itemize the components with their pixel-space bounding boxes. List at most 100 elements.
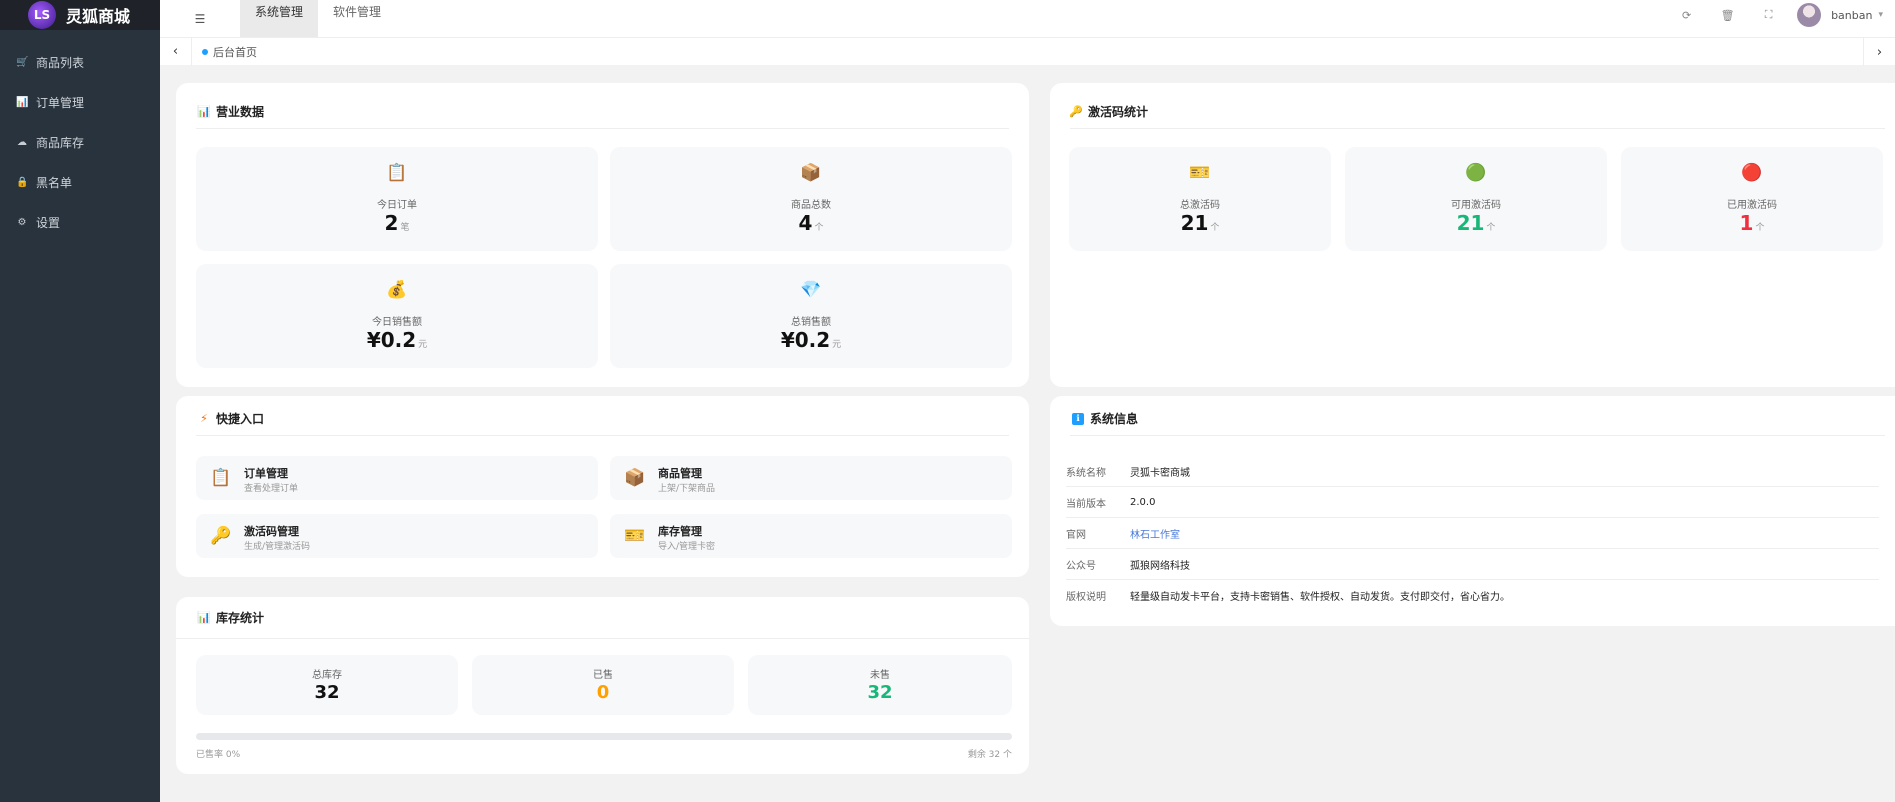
inventory-label: 总库存 — [312, 670, 342, 681]
inventory-unsold: 未售 32 — [748, 655, 1012, 715]
trash-icon[interactable]: 🗑 — [1707, 9, 1748, 22]
sidebar-item-label: 黑名单 — [36, 175, 73, 190]
sidebar-item-settings[interactable]: ⚙ 设置 — [0, 202, 160, 242]
menu-toggle-icon[interactable]: ☰ — [160, 12, 240, 26]
info-row-version: 当前版本 2.0.0 — [1066, 487, 1879, 518]
stat-total-codes: 🎫 总激活码 21 个 — [1069, 147, 1331, 251]
card-title-text: 营业数据 — [216, 105, 265, 119]
info-value: 轻量级自动发卡平台，支持卡密销售、软件授权、自动发货。支付即交付，省心省力。 — [1130, 592, 1510, 603]
username[interactable]: banban — [1831, 9, 1872, 22]
stat-label: 总激活码 — [1180, 200, 1220, 211]
stat-value: 21 个 — [1180, 211, 1220, 235]
card-title: ⚡ 快捷入口 — [198, 410, 264, 427]
stat-label: 已用激活码 — [1727, 200, 1777, 211]
info-key: 系统名称 — [1066, 467, 1106, 479]
sidebar-item-orders[interactable]: 📊 订单管理 — [0, 82, 160, 122]
tab-software-management[interactable]: 软件管理 — [318, 0, 396, 37]
key-icon: 🔑 — [210, 526, 232, 546]
sidebar-item-label: 设置 — [36, 215, 61, 230]
quick-entry-subtitle: 查看处理订单 — [244, 484, 299, 494]
quick-entry-subtitle: 生成/管理激活码 — [244, 542, 311, 552]
divider — [1070, 128, 1885, 129]
logo-icon: LS — [28, 1, 56, 29]
quick-product-management[interactable]: 📦 商品管理 上架/下架商品 — [610, 456, 1012, 500]
page-tab-home[interactable]: 后台首页 — [192, 44, 257, 60]
sidebar-item-stock[interactable]: ☁ 商品库存 — [0, 122, 160, 162]
divider — [176, 638, 1029, 639]
stat-label: 可用激活码 — [1451, 200, 1501, 211]
stat-value: ¥0.2 元 — [780, 328, 842, 352]
quick-entry-subtitle: 导入/管理卡密 — [658, 542, 716, 552]
info-row-wechat: 公众号 孤狼网络科技 — [1066, 549, 1879, 580]
clipboard-icon: 📋 — [386, 163, 408, 183]
header-tools: ⟳ 🗑 ⛶ banban ▾ — [1666, 0, 1895, 30]
card-title: ℹ 系统信息 — [1072, 410, 1138, 427]
bolt-icon: ⚡ — [200, 412, 208, 425]
chevron-left-icon[interactable]: ‹ — [160, 37, 192, 66]
cloud-icon: ☁ — [17, 136, 27, 148]
brand-name: 灵狐商城 — [66, 7, 131, 26]
sidebar-item-label: 订单管理 — [36, 95, 85, 110]
fullscreen-icon[interactable]: ⛶ — [1748, 8, 1789, 22]
inventory-value: 32 — [867, 682, 893, 703]
info-value: 孤狼网络科技 — [1130, 560, 1190, 572]
quick-entry-subtitle: 上架/下架商品 — [658, 484, 716, 494]
tab-system-management[interactable]: 系统管理 — [240, 0, 319, 37]
bar-chart-icon: 📊 — [16, 96, 29, 108]
card-title-text: 激活码统计 — [1088, 105, 1149, 119]
package-icon: 📦 — [624, 468, 646, 488]
stat-total-products: 📦 商品总数 4个 — [610, 147, 1012, 251]
active-dot-icon — [202, 48, 208, 55]
info-row-website: 官网 林石工作室 — [1066, 518, 1879, 549]
page-tabs-bar: ‹ 后台首页 › — [160, 37, 1895, 66]
sidebar-item-blacklist[interactable]: 🔒 黑名单 — [0, 162, 160, 202]
inventory-total: 总库存 32 — [196, 655, 458, 715]
chevron-right-icon[interactable]: › — [1863, 38, 1895, 66]
inventory-value: 0 — [596, 682, 610, 703]
quick-activation-management[interactable]: 🔑 激活码管理 生成/管理激活码 — [196, 514, 598, 558]
stat-used-codes: 🔴 已用激活码 1个 — [1621, 147, 1883, 251]
chart-icon: 📊 — [197, 105, 211, 118]
sold-rate-text: 已售率 0% — [196, 750, 241, 760]
info-key: 公众号 — [1066, 560, 1096, 572]
business-data-card: 📊 营业数据 📋 今日订单 2笔 📦 商品总数 4个 💰 今日销售额 ¥0.2 元… — [176, 83, 1029, 387]
chevron-down-icon[interactable]: ▾ — [1878, 10, 1883, 20]
sidebar-item-product-list[interactable]: 🛒 商品列表 — [0, 42, 160, 82]
quick-order-management[interactable]: 📋 订单管理 查看处理订单 — [196, 456, 598, 500]
stat-value: ¥0.2 元 — [366, 328, 428, 352]
brand-logo[interactable]: LS 灵狐商城 — [0, 0, 160, 30]
stat-value: 4个 — [798, 211, 824, 235]
divider — [1070, 435, 1885, 436]
info-icon: ℹ — [1072, 412, 1084, 425]
info-value: 灵狐卡密商城 — [1130, 467, 1190, 479]
cart-icon: 🛒 — [16, 56, 29, 68]
stat-value: 2笔 — [384, 211, 410, 235]
stat-today-orders: 📋 今日订单 2笔 — [196, 147, 598, 251]
system-info-card: ℹ 系统信息 系统名称 灵狐卡密商城 当前版本 2.0.0 官网 林石工作室 公… — [1050, 396, 1895, 626]
quick-entry-title: 订单管理 — [244, 467, 288, 480]
stat-label: 商品总数 — [791, 200, 831, 211]
page-tab-label: 后台首页 — [213, 45, 257, 59]
key-icon: 🔑 — [1069, 105, 1083, 118]
quick-inventory-management[interactable]: 🎫 库存管理 导入/管理卡密 — [610, 514, 1012, 558]
stat-value: 1个 — [1739, 211, 1765, 235]
refresh-icon[interactable]: ⟳ — [1666, 9, 1707, 22]
inventory-stats-card: 📊 库存统计 总库存 32 已售 0 未售 32 已售率 0% 剩余 32 个 — [176, 597, 1029, 774]
ticket-icon: 🎫 — [1189, 163, 1211, 183]
info-value: 2.0.0 — [1130, 496, 1156, 508]
website-link[interactable]: 林石工作室 — [1130, 526, 1180, 541]
top-header: ☰ 系统管理 软件管理 ⟳ 🗑 ⛶ banban ▾ — [160, 0, 1895, 37]
chart-icon: 📊 — [197, 611, 211, 624]
info-key: 当前版本 — [1066, 498, 1106, 510]
clipboard-icon: 📋 — [210, 468, 232, 488]
remaining-text: 剩余 32 个 — [967, 750, 1012, 760]
sidebar: LS 灵狐商城 🛒 商品列表 📊 订单管理 ☁ 商品库存 🔒 黑名单 ⚙ 设置 — [0, 0, 160, 802]
stat-label: 总销售额 — [791, 317, 831, 328]
avatar[interactable] — [1797, 3, 1822, 27]
diamond-icon: 💎 — [800, 280, 822, 300]
divider — [196, 435, 1009, 436]
red-circle-icon: 🔴 — [1741, 163, 1763, 183]
stat-total-sales: 💎 总销售额 ¥0.2 元 — [610, 264, 1012, 368]
card-title-text: 快捷入口 — [216, 412, 265, 426]
stat-available-codes: 🟢 可用激活码 21 个 — [1345, 147, 1607, 251]
